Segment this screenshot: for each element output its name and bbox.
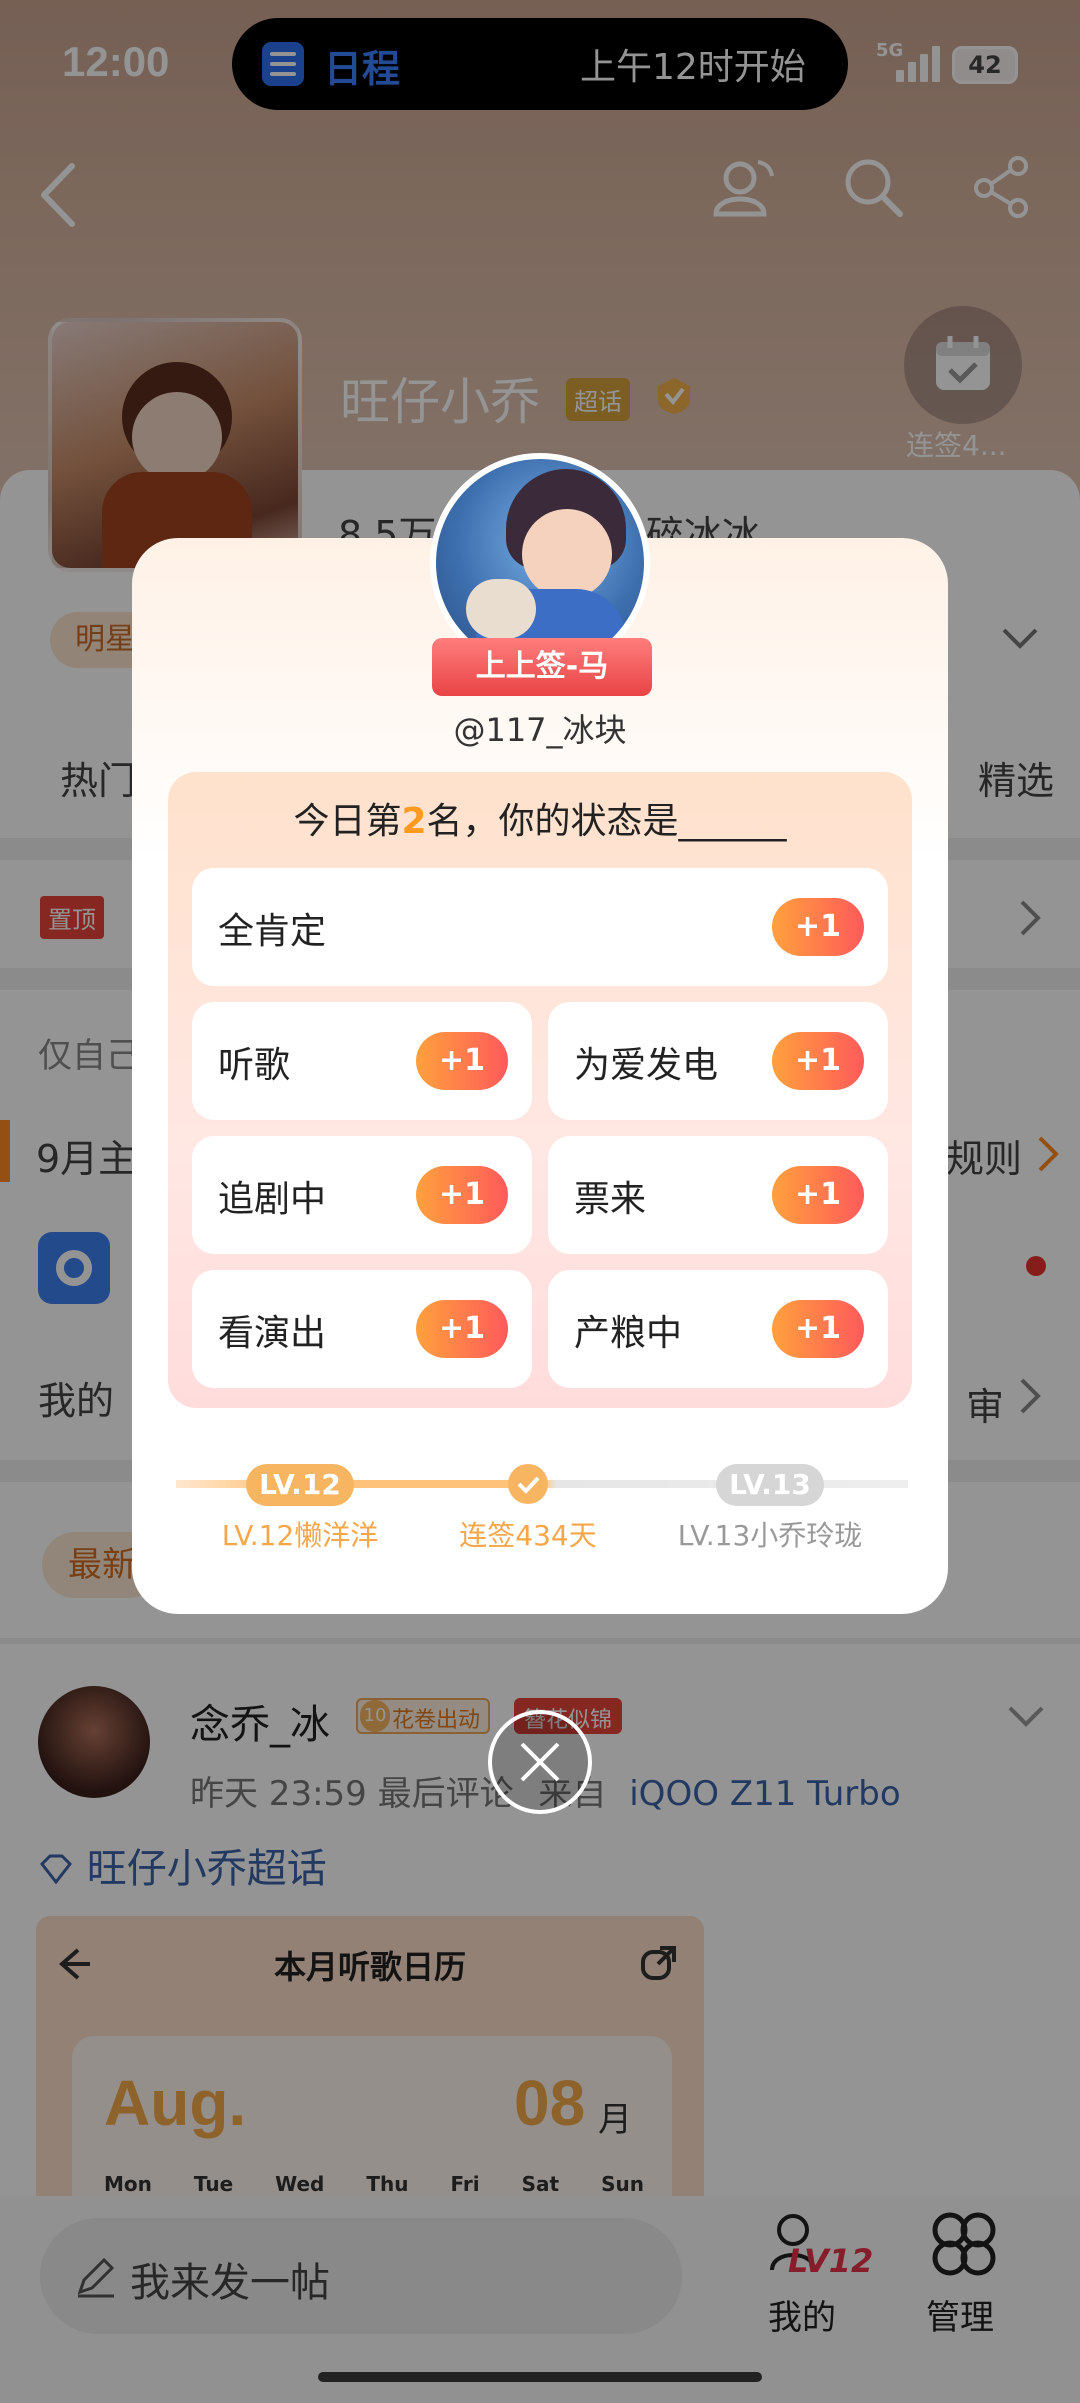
plus-one-button[interactable]: +1 xyxy=(416,1300,508,1358)
status-prompt: 今日第2名，你的状态是______ xyxy=(168,792,912,844)
home-indicator[interactable] xyxy=(318,2372,762,2382)
modal-username: @117_冰块 xyxy=(453,711,627,749)
next-level-badge: LV.13 xyxy=(716,1464,824,1506)
streak-check-icon xyxy=(508,1464,548,1504)
status-option[interactable]: 产粮中 +1 xyxy=(548,1270,888,1388)
next-level-label: LV.13小乔玲珑 xyxy=(677,1519,863,1552)
prompt-suffix: 名，你的状态是______ xyxy=(426,801,787,842)
current-level-badge: LV.12 xyxy=(246,1464,354,1506)
status-option-label: 票来 xyxy=(574,1179,647,1220)
status-option[interactable]: 追剧中 +1 xyxy=(192,1136,532,1254)
prompt-prefix: 今日第 xyxy=(293,801,402,842)
status-option-label: 产粮中 xyxy=(574,1313,683,1354)
plus-one-button[interactable]: +1 xyxy=(416,1166,508,1224)
status-option[interactable]: 看演出 +1 xyxy=(192,1270,532,1388)
rank-number: 2 xyxy=(401,801,427,842)
fortune-ribbon: 上上签-马 xyxy=(432,638,652,696)
status-option[interactable]: 为爱发电 +1 xyxy=(548,1002,888,1120)
status-option-label: 为爱发电 xyxy=(574,1045,719,1086)
plus-one-button[interactable]: +1 xyxy=(772,898,864,956)
plus-one-button[interactable]: +1 xyxy=(416,1032,508,1090)
status-option-label: 全肯定 xyxy=(218,911,327,952)
plus-one-button[interactable]: +1 xyxy=(772,1032,864,1090)
close-icon xyxy=(520,1742,560,1782)
status-option[interactable]: 听歌 +1 xyxy=(192,1002,532,1120)
status-option[interactable]: 票来 +1 xyxy=(548,1136,888,1254)
status-option[interactable]: 全肯定 +1 xyxy=(192,868,888,986)
status-option-label: 听歌 xyxy=(218,1045,291,1086)
status-option-label: 看演出 xyxy=(218,1313,327,1354)
close-modal-button[interactable] xyxy=(488,1710,592,1814)
status-option-label: 追剧中 xyxy=(218,1179,327,1220)
current-level-label: LV.12懒洋洋 xyxy=(221,1519,379,1552)
streak-label: 连签434天 xyxy=(459,1519,597,1552)
status-card: 今日第2名，你的状态是______ 全肯定 +1 听歌 +1 为爱发电 +1 追… xyxy=(168,772,912,1408)
plus-one-button[interactable]: +1 xyxy=(772,1166,864,1224)
plus-one-button[interactable]: +1 xyxy=(772,1300,864,1358)
